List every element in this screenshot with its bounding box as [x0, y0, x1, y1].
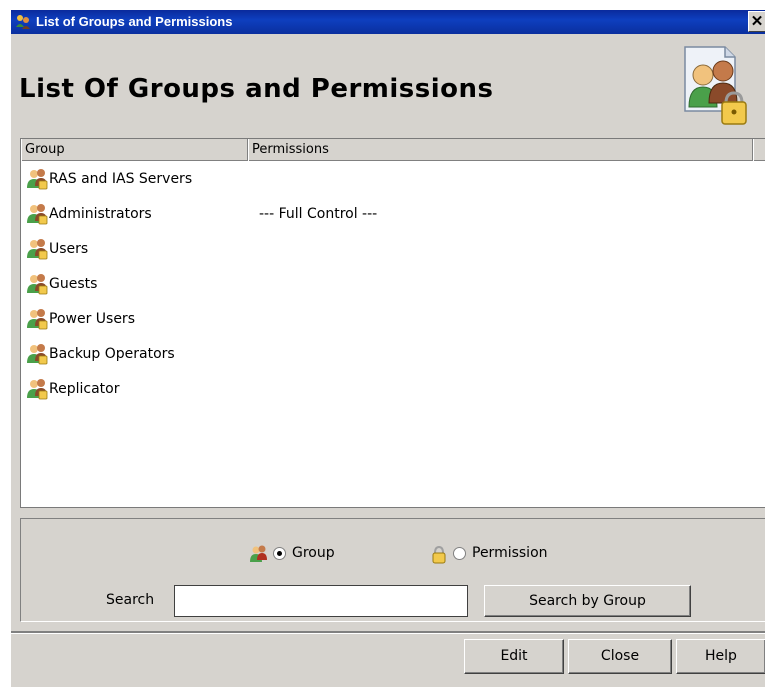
group-name: Backup Operators [49, 346, 175, 362]
radio-label-permission: Permission [472, 545, 548, 561]
group-icon [250, 545, 267, 562]
group-name: Guests [49, 276, 98, 292]
table-row[interactable]: Guests [21, 266, 765, 301]
table-row[interactable]: Administrators --- Full Control --- [21, 196, 765, 231]
group-name: Administrators [49, 206, 152, 222]
table-row[interactable]: Users [21, 231, 765, 266]
group-icon [27, 344, 48, 365]
group-name: Power Users [49, 311, 135, 327]
dialog-window: List of Groups and Permissions ✕ List Of… [10, 10, 765, 687]
group-name: RAS and IAS Servers [49, 171, 193, 187]
table-row[interactable]: Backup Operators [21, 336, 765, 371]
group-name: Users [49, 241, 89, 257]
search-input[interactable] [174, 585, 468, 617]
list-header: Group Permissions [21, 139, 765, 161]
title-bar: List of Groups and Permissions ✕ [11, 10, 765, 34]
page-title: List Of Groups and Permissions [19, 74, 494, 104]
table-row[interactable]: Replicator [21, 371, 765, 406]
list-rows: RAS and IAS Servers Administrators --- F… [21, 161, 765, 406]
radio-button-group[interactable] [273, 547, 286, 560]
group-permission: --- Full Control --- [259, 206, 378, 222]
search-by-group-button[interactable]: Search by Group [484, 585, 691, 617]
edit-button[interactable]: Edit [464, 639, 564, 674]
search-label: Search [106, 592, 155, 608]
group-icon [27, 274, 48, 295]
close-button[interactable]: Close [568, 639, 672, 674]
window-title: List of Groups and Permissions [36, 14, 233, 29]
lock-icon [432, 545, 446, 564]
group-icon [27, 309, 48, 330]
group-icon [27, 169, 48, 190]
group-icon [27, 379, 48, 400]
radio-button-permission[interactable] [453, 547, 466, 560]
column-header-extra[interactable] [753, 139, 765, 161]
close-icon[interactable]: ✕ [748, 11, 765, 32]
table-row[interactable]: RAS and IAS Servers [21, 161, 765, 196]
group-name: Replicator [49, 381, 120, 397]
groups-list[interactable]: Group Permissions RAS and IAS Servers Ad… [20, 138, 765, 508]
group-icon [27, 239, 48, 260]
radio-label-group: Group [292, 545, 335, 561]
help-button[interactable]: Help [676, 639, 765, 674]
groups-permissions-icon [684, 46, 747, 125]
app-icon [16, 15, 30, 29]
group-icon [27, 204, 48, 225]
separator [11, 631, 765, 634]
column-header-group[interactable]: Group [21, 139, 248, 161]
search-panel: Group Permission Search Search by Group [20, 518, 765, 622]
header: List Of Groups and Permissions [11, 34, 765, 142]
table-row[interactable]: Power Users [21, 301, 765, 336]
column-header-permissions[interactable]: Permissions [248, 139, 753, 161]
